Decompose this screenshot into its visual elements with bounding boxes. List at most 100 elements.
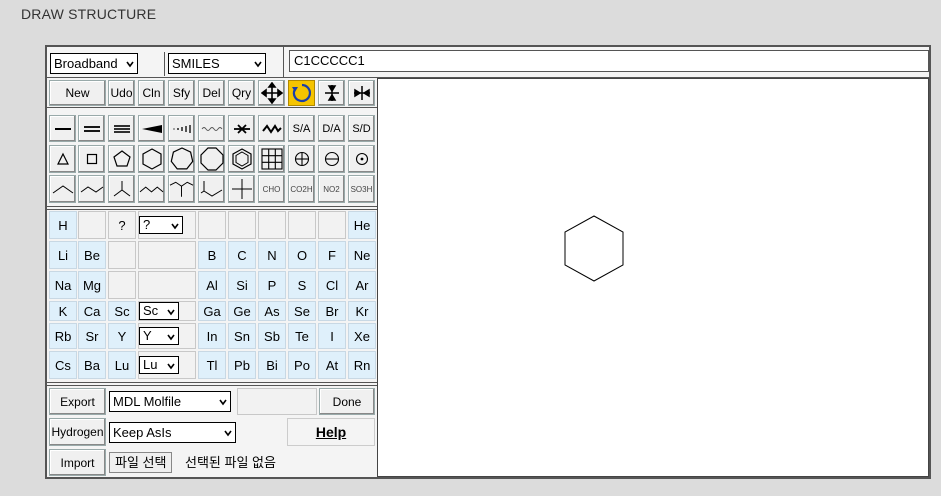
single-bond-button[interactable] bbox=[49, 115, 76, 142]
element-Y[interactable]: Y bbox=[108, 323, 136, 349]
element-Xe[interactable]: Xe bbox=[348, 323, 376, 349]
mode-select[interactable]: Broadband bbox=[50, 53, 138, 74]
element-P[interactable]: P bbox=[258, 271, 286, 299]
element-Ge[interactable]: Ge bbox=[228, 301, 256, 321]
simplify-button[interactable]: Sfy bbox=[168, 80, 195, 106]
element-Kr[interactable]: Kr bbox=[348, 301, 376, 321]
element-Ar[interactable]: Ar bbox=[348, 271, 376, 299]
chain-4-button[interactable] bbox=[78, 175, 105, 203]
benzene-button[interactable] bbox=[228, 145, 255, 173]
element-Sr[interactable]: Sr bbox=[78, 323, 106, 349]
radical-button[interactable] bbox=[348, 145, 375, 173]
element-B[interactable]: B bbox=[198, 241, 226, 269]
element-As[interactable]: As bbox=[258, 301, 286, 321]
cho-group-button[interactable]: CHO bbox=[258, 175, 285, 203]
element-Ga[interactable]: Ga bbox=[198, 301, 226, 321]
cyclopropane-button[interactable] bbox=[49, 145, 76, 173]
no2-group-button[interactable]: NO2 bbox=[318, 175, 345, 203]
cycloheptane-button[interactable] bbox=[168, 145, 195, 173]
hash-bond-button[interactable] bbox=[168, 115, 195, 142]
element-Po[interactable]: Po bbox=[288, 351, 316, 379]
element-Se[interactable]: Se bbox=[288, 301, 316, 321]
chain-3-button[interactable] bbox=[49, 175, 76, 203]
cyclobutane-button[interactable] bbox=[78, 145, 105, 173]
isobutyl-button[interactable] bbox=[198, 175, 225, 203]
element-Cs[interactable]: Cs bbox=[49, 351, 77, 379]
element-Te[interactable]: Te bbox=[288, 323, 316, 349]
sa-bond-button[interactable]: S/A bbox=[288, 115, 315, 142]
element-Li[interactable]: Li bbox=[49, 241, 77, 269]
wavy-bond-button[interactable] bbox=[198, 115, 225, 142]
element-extra-select[interactable]: ? bbox=[139, 216, 183, 234]
element-He[interactable]: He bbox=[348, 211, 376, 239]
hydrogen-mode-select[interactable]: Keep AsIs bbox=[109, 422, 236, 443]
clean-button[interactable]: Cln bbox=[138, 80, 165, 106]
element-I[interactable]: I bbox=[318, 323, 346, 349]
cyclopentane-button[interactable] bbox=[108, 145, 135, 173]
delete-button[interactable]: Del bbox=[198, 80, 225, 106]
hydrogen-button[interactable]: Hydrogen bbox=[49, 418, 106, 446]
export-button[interactable]: Export bbox=[49, 388, 106, 415]
move-tool-button[interactable] bbox=[258, 80, 285, 106]
element-Sc-series-select[interactable]: Sc bbox=[139, 302, 179, 320]
element-Lu-series-select[interactable]: Lu bbox=[139, 356, 179, 374]
flip-horizontal-button[interactable] bbox=[348, 80, 375, 106]
new-button[interactable]: New bbox=[49, 80, 106, 106]
element-Rb[interactable]: Rb bbox=[49, 323, 77, 349]
element-Ne[interactable]: Ne bbox=[348, 241, 376, 269]
triple-bond-button[interactable] bbox=[108, 115, 135, 142]
flip-vertical-button[interactable] bbox=[318, 80, 345, 106]
element-Br[interactable]: Br bbox=[318, 301, 346, 321]
element-Bi[interactable]: Bi bbox=[258, 351, 286, 379]
co2h-group-button[interactable]: CO2H bbox=[288, 175, 315, 203]
element-H[interactable]: H bbox=[49, 211, 77, 239]
element-At[interactable]: At bbox=[318, 351, 346, 379]
done-button[interactable]: Done bbox=[319, 388, 375, 415]
smiles-input[interactable]: C1CCCCC1 bbox=[289, 50, 929, 72]
positive-charge-button[interactable] bbox=[288, 145, 315, 173]
element-Ca[interactable]: Ca bbox=[78, 301, 106, 321]
sd-bond-button[interactable]: S/D bbox=[348, 115, 375, 142]
cross-bond-button[interactable] bbox=[228, 115, 255, 142]
query-button[interactable]: Qry bbox=[228, 80, 255, 106]
negative-charge-button[interactable] bbox=[318, 145, 345, 173]
element-Cl[interactable]: Cl bbox=[318, 271, 346, 299]
tert-carbon-button[interactable] bbox=[108, 175, 135, 203]
import-button[interactable]: Import bbox=[49, 449, 106, 476]
zigzag-bond-button[interactable] bbox=[258, 115, 285, 142]
element-F[interactable]: F bbox=[318, 241, 346, 269]
branched-chain-button[interactable] bbox=[168, 175, 195, 203]
element-Sn[interactable]: Sn bbox=[228, 323, 256, 349]
format-select[interactable]: SMILES bbox=[168, 53, 266, 74]
element-Na[interactable]: Na bbox=[49, 271, 77, 299]
element-Y-series-select[interactable]: Y bbox=[139, 327, 179, 345]
element-Tl[interactable]: Tl bbox=[198, 351, 226, 379]
drawing-canvas[interactable] bbox=[377, 78, 929, 477]
element-In[interactable]: In bbox=[198, 323, 226, 349]
so3h-group-button[interactable]: SO3H bbox=[348, 175, 375, 203]
element-O[interactable]: O bbox=[288, 241, 316, 269]
element-Lu[interactable]: Lu bbox=[108, 351, 136, 379]
export-format-select[interactable]: MDL Molfile bbox=[109, 391, 231, 412]
da-bond-button[interactable]: D/A bbox=[318, 115, 345, 142]
element-Sc[interactable]: Sc bbox=[108, 301, 136, 321]
help-link[interactable]: Help bbox=[287, 418, 375, 446]
quaternary-carbon-button[interactable] bbox=[228, 175, 255, 203]
element-Sb[interactable]: Sb bbox=[258, 323, 286, 349]
grid-template-button[interactable] bbox=[258, 145, 285, 173]
chain-5-button[interactable] bbox=[138, 175, 165, 203]
element-Rn[interactable]: Rn bbox=[348, 351, 376, 379]
element-Be[interactable]: Be bbox=[78, 241, 106, 269]
element-K[interactable]: K bbox=[49, 301, 77, 321]
element-S[interactable]: S bbox=[288, 271, 316, 299]
wedge-bond-button[interactable] bbox=[138, 115, 165, 142]
element-Ba[interactable]: Ba bbox=[78, 351, 106, 379]
element-C[interactable]: C bbox=[228, 241, 256, 269]
undo-button[interactable]: Udo bbox=[108, 80, 135, 106]
element-Si[interactable]: Si bbox=[228, 271, 256, 299]
file-choose-button[interactable]: 파일 선택 bbox=[109, 452, 173, 473]
element-Pb[interactable]: Pb bbox=[228, 351, 256, 379]
rotate-tool-button[interactable] bbox=[288, 80, 315, 106]
element-N[interactable]: N bbox=[258, 241, 286, 269]
element-Al[interactable]: Al bbox=[198, 271, 226, 299]
